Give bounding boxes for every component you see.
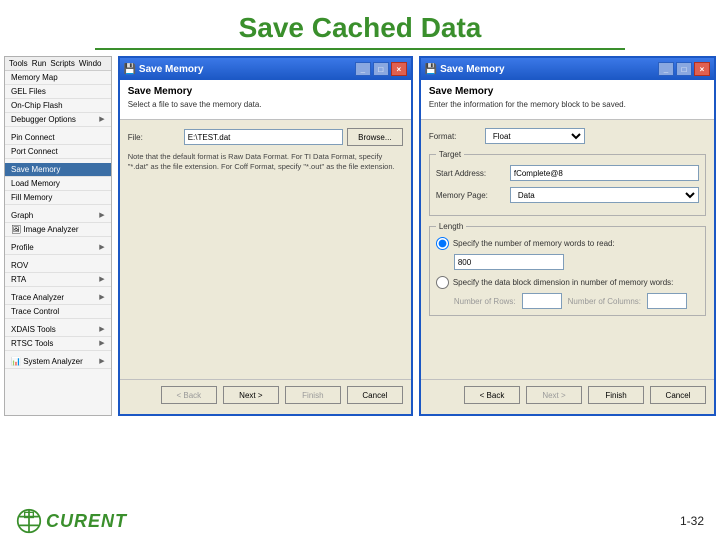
slide-title: Save Cached Data [0,0,720,48]
save-memory-dialog-step1: 💾 Save Memory _ □ × Save Memory Select a… [118,56,413,416]
dialog2-footer: < Back Next > Finish Cancel [421,379,714,414]
back-button[interactable]: < Back [464,386,520,404]
menu-rtsc-tools[interactable]: RTSC Tools▶ [5,337,111,351]
menu-rta[interactable]: RTA▶ [5,273,111,287]
menu-graph[interactable]: Graph▶ [5,209,111,223]
memory-page-select[interactable]: Data [510,187,699,203]
format-label: Format: [429,132,481,141]
rows-input [522,293,562,309]
length-legend: Length [436,222,466,231]
maximize-icon[interactable]: □ [373,62,389,76]
menu-memory-map[interactable]: Memory Map [5,71,111,85]
format-note: Note that the default format is Raw Data… [128,152,403,172]
submenu-arrow-icon: ▶ [99,243,104,252]
cols-label: Number of Columns: [568,297,641,306]
target-legend: Target [436,150,464,159]
words-input[interactable] [454,254,564,270]
cols-input [647,293,687,309]
tools-menu: Tools Run Scripts Windo Memory Map GEL F… [4,56,112,416]
menu-trace-analyzer[interactable]: Trace Analyzer▶ [5,291,111,305]
app-icon: 💾 [425,64,437,75]
menu-save-memory[interactable]: Save Memory [5,163,111,177]
app-icon: 💾 [124,64,136,75]
dialog2-subtitle: Enter the information for the memory blo… [429,100,706,109]
dialog2-body: Format: Float Target Start Address: Memo… [421,120,714,379]
menu-load-memory[interactable]: Load Memory [5,177,111,191]
dialog2-titlebar: 💾 Save Memory _ □ × [421,58,714,80]
logo-text: CURENT [46,511,127,532]
submenu-arrow-icon: ▶ [99,211,104,220]
next-button[interactable]: Next > [223,386,279,404]
submenu-arrow-icon: ▶ [99,275,104,284]
rows-label: Number of Rows: [454,297,516,306]
format-select[interactable]: Float [485,128,585,144]
dialog1-window-title: 💾 Save Memory [124,64,204,75]
menu-gel-files[interactable]: GEL Files [5,85,111,99]
menu-trace-control[interactable]: Trace Control [5,305,111,319]
start-address-input[interactable] [510,165,699,181]
submenu-arrow-icon: ▶ [99,339,104,348]
menubar-tools[interactable]: Tools [9,59,28,68]
target-group: Target Start Address: Memory Page: Data [429,150,706,216]
menu-image-analyzer[interactable]: 🖼 Image Analyzer [5,223,111,237]
memory-page-label: Memory Page: [436,191,506,200]
menu-port-connect[interactable]: Port Connect [5,145,111,159]
length-group: Length Specify the number of memory word… [429,222,706,316]
length-words-label: Specify the number of memory words to re… [453,239,615,248]
dialog1-subtitle: Select a file to save the memory data. [128,100,403,109]
title-underline [95,48,625,50]
menu-fill-memory[interactable]: Fill Memory [5,191,111,205]
dialog2-heading: Save Memory [429,86,706,97]
menu-onchip-flash[interactable]: On-Chip Flash [5,99,111,113]
submenu-arrow-icon: ▶ [99,325,104,334]
menubar-scripts[interactable]: Scripts [50,59,74,68]
submenu-arrow-icon: ▶ [99,357,104,366]
menu-debugger-options[interactable]: Debugger Options▶ [5,113,111,127]
start-address-label: Start Address: [436,169,506,178]
dialog1-footer: < Back Next > Finish Cancel [120,379,411,414]
file-label: File: [128,133,180,142]
dialog1-header: Save Memory Select a file to save the me… [120,80,411,120]
minimize-icon[interactable]: _ [658,62,674,76]
submenu-arrow-icon: ▶ [99,293,104,302]
browse-button[interactable]: Browse... [347,128,403,146]
minimize-icon[interactable]: _ [355,62,371,76]
length-dims-label: Specify the data block dimension in numb… [453,278,674,287]
length-words-radio[interactable] [436,237,449,250]
close-icon[interactable]: × [694,62,710,76]
close-icon[interactable]: × [391,62,407,76]
menubar-window[interactable]: Windo [79,59,102,68]
workarea: Tools Run Scripts Windo Memory Map GEL F… [0,56,720,416]
length-dims-radio[interactable] [436,276,449,289]
submenu-arrow-icon: ▶ [99,115,104,124]
maximize-icon[interactable]: □ [676,62,692,76]
back-button[interactable]: < Back [161,386,217,404]
save-memory-dialog-step2: 💾 Save Memory _ □ × Save Memory Enter th… [419,56,716,416]
dialog1-body: File: Browse... Note that the default fo… [120,120,411,379]
finish-button[interactable]: Finish [588,386,644,404]
logo: CURENT [16,508,127,534]
cancel-button[interactable]: Cancel [650,386,706,404]
dialog2-header: Save Memory Enter the information for th… [421,80,714,120]
menubar-run[interactable]: Run [32,59,47,68]
page-number: 1-32 [680,514,704,528]
logo-icon [16,508,42,534]
file-input[interactable] [184,129,343,145]
menu-system-analyzer[interactable]: 📊 System Analyzer▶ [5,355,111,369]
dialog1-heading: Save Memory [128,86,403,97]
slide-footer: CURENT 1-32 [0,508,720,534]
menu-pin-connect[interactable]: Pin Connect [5,131,111,145]
menu-rov[interactable]: ROV [5,259,111,273]
dialog1-titlebar: 💾 Save Memory _ □ × [120,58,411,80]
menu-profile[interactable]: Profile▶ [5,241,111,255]
cancel-button[interactable]: Cancel [347,386,403,404]
menu-xdais-tools[interactable]: XDAIS Tools▶ [5,323,111,337]
dialog2-window-title: 💾 Save Memory [425,64,505,75]
next-button[interactable]: Next > [526,386,582,404]
finish-button[interactable]: Finish [285,386,341,404]
tools-menubar: Tools Run Scripts Windo [5,57,111,71]
